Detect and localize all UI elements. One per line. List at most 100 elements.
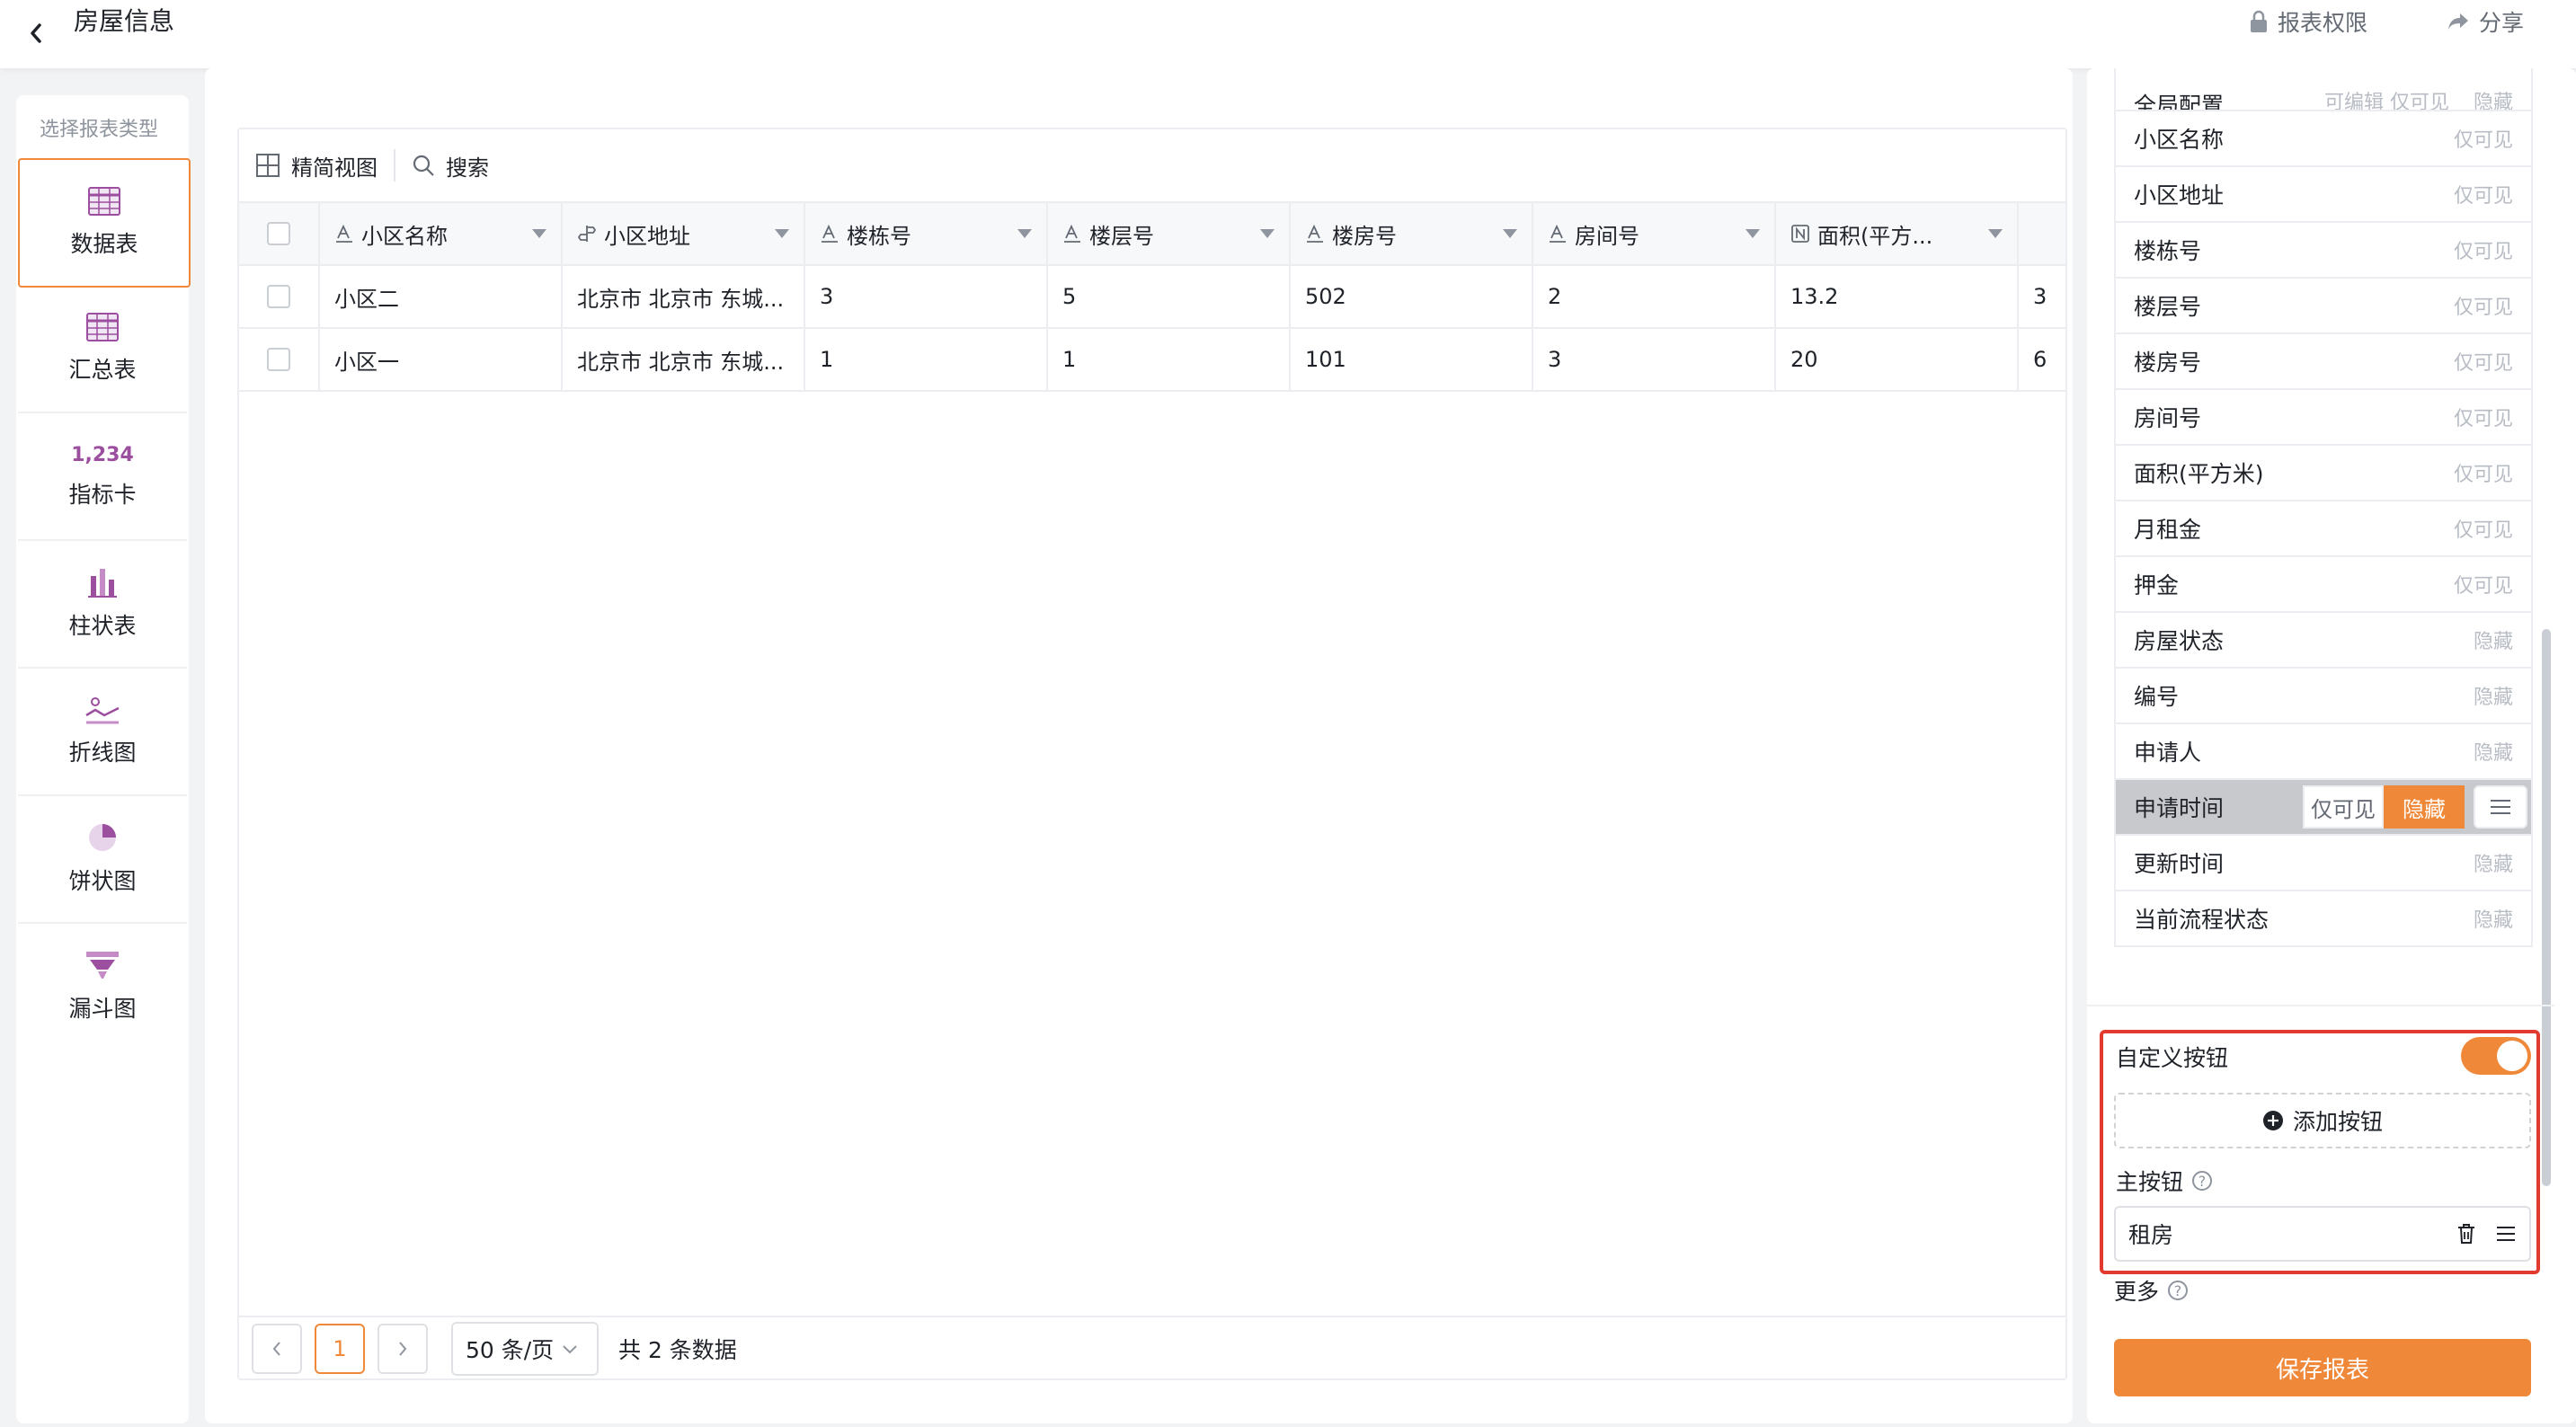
next-page-button[interactable] [378, 1324, 428, 1374]
report-type-label: 饼状图 [68, 868, 137, 894]
field-permission[interactable]: 仅可见 [2454, 180, 2513, 208]
field-row[interactable]: 编号 隐藏 [2114, 669, 2533, 724]
field-row[interactable]: 申请人 隐藏 [2114, 724, 2533, 780]
column-header-label: 楼房号 [1332, 223, 1397, 249]
field-name: 楼房号 [2134, 350, 2202, 376]
caret-down-icon[interactable] [1988, 229, 2003, 238]
global-config-row[interactable]: 全局配置 可编辑 仅可见 隐藏 [2114, 68, 2533, 111]
field-permission[interactable]: 仅可见 [2454, 458, 2513, 487]
field-permission[interactable]: 仅可见 [2454, 514, 2513, 543]
field-name: 月租金 [2134, 517, 2202, 543]
table-cell: 3 [1533, 329, 1776, 390]
field-permission[interactable]: 隐藏 [2474, 904, 2513, 933]
report-type-summary[interactable]: 汇总表 [18, 286, 187, 413]
field-row[interactable]: 房屋状态 隐藏 [2114, 613, 2533, 669]
add-button[interactable]: 添加按钮 [2114, 1093, 2531, 1148]
field-permission[interactable]: 仅可见 [2454, 347, 2513, 376]
field-row[interactable]: 更新时间 隐藏 [2114, 836, 2533, 891]
report-permission-label: 报表权限 [2278, 10, 2368, 36]
metric-card-icon: 1,234 [71, 443, 134, 466]
search-button[interactable]: 搜索 [395, 150, 505, 182]
field-row[interactable]: 房间号 仅可见 [2114, 390, 2533, 446]
back-icon[interactable] [23, 18, 50, 49]
help-icon[interactable]: ? [2192, 1171, 2213, 1191]
field-permission[interactable]: 隐藏 [2474, 681, 2513, 710]
caret-down-icon[interactable] [1017, 229, 1032, 238]
main-button-item[interactable]: 租房 [2114, 1206, 2531, 1262]
row-select-cell [239, 266, 320, 327]
field-permission[interactable]: 仅可见 [2454, 291, 2513, 320]
table-row[interactable]: 小区二 北京市 北京市 东城... 3 5 502 2 13.2 3 [239, 266, 2065, 329]
field-name: 楼层号 [2134, 294, 2202, 320]
settings-scrollbar[interactable] [2542, 629, 2551, 1186]
row-checkbox[interactable] [267, 348, 290, 371]
help-icon[interactable]: ? [2168, 1281, 2189, 1300]
prev-page-button[interactable] [252, 1324, 302, 1374]
caret-down-icon[interactable] [1745, 229, 1760, 238]
trash-icon[interactable] [2456, 1222, 2477, 1245]
field-row[interactable]: 当前流程状态 隐藏 [2114, 891, 2533, 947]
caret-down-icon[interactable] [1503, 229, 1517, 238]
field-row[interactable]: 面积(平方米) 仅可见 [2114, 446, 2533, 501]
custom-button-toggle[interactable] [2461, 1037, 2531, 1075]
section-divider [2087, 1005, 2554, 1006]
field-row[interactable]: 楼房号 仅可见 [2114, 334, 2533, 390]
table-row[interactable]: 小区一 北京市 北京市 东城... 1 1 101 3 20 6 [239, 329, 2065, 392]
share-button[interactable]: 分享 [2447, 5, 2524, 38]
field-row[interactable]: 楼栋号 仅可见 [2114, 223, 2533, 279]
text-field-icon [1307, 224, 1323, 243]
field-row[interactable]: 小区名称 仅可见 [2114, 111, 2533, 167]
field-permission[interactable]: 仅可见 [2454, 570, 2513, 598]
global-option-visible[interactable]: 仅可见 [2390, 92, 2449, 110]
report-type-panel: 选择报表类型 数据表 汇总表 1,234 指标卡 柱状表 折线图 饼状图 漏斗图 [16, 95, 191, 1423]
field-row[interactable]: 押金 仅可见 [2114, 557, 2533, 613]
field-permission[interactable]: 隐藏 [2474, 625, 2513, 654]
report-type-funnel[interactable]: 漏斗图 [18, 924, 187, 1050]
column-header[interactable]: 楼栋号 [805, 203, 1048, 264]
line-chart-icon [85, 697, 120, 724]
report-permission-button[interactable]: 报表权限 [2249, 5, 2367, 38]
table-icon [88, 187, 120, 216]
report-type-bar[interactable]: 柱状表 [18, 541, 187, 669]
caret-down-icon[interactable] [1260, 229, 1275, 238]
page-number-button[interactable]: 1 [315, 1324, 365, 1374]
select-all-cell [239, 203, 320, 264]
report-type-title: 选择报表类型 [40, 119, 159, 141]
column-header[interactable]: 小区地址 [563, 203, 805, 264]
global-option-hidden[interactable]: 隐藏 [2474, 92, 2513, 110]
report-type-table[interactable]: 数据表 [18, 158, 191, 288]
field-permission[interactable]: 仅可见 [2454, 235, 2513, 264]
report-type-line[interactable]: 折线图 [18, 669, 187, 796]
field-permission[interactable]: 隐藏 [2474, 848, 2513, 877]
field-row[interactable]: 月租金 仅可见 [2114, 501, 2533, 557]
table-cell: 1 [1048, 329, 1291, 390]
caret-down-icon[interactable] [532, 229, 546, 238]
page-size-select[interactable]: 50 条/页 [451, 1322, 599, 1376]
column-header[interactable]: 小区名称 [320, 203, 563, 264]
custom-button-section: 自定义按钮 添加按钮 主按钮 ? 租房 [2100, 1030, 2540, 1274]
report-type-pie[interactable]: 饼状图 [18, 796, 187, 924]
field-permission[interactable]: 仅可见 [2454, 124, 2513, 153]
global-option-editable[interactable]: 可编辑 [2324, 92, 2384, 110]
caret-down-icon[interactable] [775, 229, 789, 238]
option-visible-only[interactable]: 仅可见 [2303, 785, 2384, 829]
column-header[interactable]: 面积(平方... [1776, 203, 2019, 264]
select-all-checkbox[interactable] [267, 222, 290, 245]
field-row[interactable]: 小区地址 仅可见 [2114, 167, 2533, 223]
report-type-metric[interactable]: 1,234 指标卡 [18, 413, 187, 541]
chevron-down-icon [563, 1345, 577, 1354]
field-row[interactable]: 楼层号 仅可见 [2114, 279, 2533, 334]
option-hidden[interactable]: 隐藏 [2384, 785, 2465, 829]
simple-view-button[interactable]: 精简视图 [239, 150, 394, 182]
field-permission[interactable]: 仅可见 [2454, 403, 2513, 431]
field-row-highlighted[interactable]: 申请时间 仅可见 隐藏 [2114, 780, 2533, 836]
row-checkbox[interactable] [267, 285, 290, 308]
drag-handle-icon[interactable] [2474, 785, 2527, 829]
column-header[interactable]: 楼层号 [1048, 203, 1291, 264]
field-name: 小区名称 [2134, 127, 2225, 153]
field-permission[interactable]: 隐藏 [2474, 737, 2513, 766]
save-report-button[interactable]: 保存报表 [2114, 1339, 2531, 1396]
column-header[interactable]: 房间号 [1533, 203, 1776, 264]
drag-handle-icon[interactable] [2495, 1225, 2517, 1243]
column-header[interactable]: 楼房号 [1291, 203, 1533, 264]
